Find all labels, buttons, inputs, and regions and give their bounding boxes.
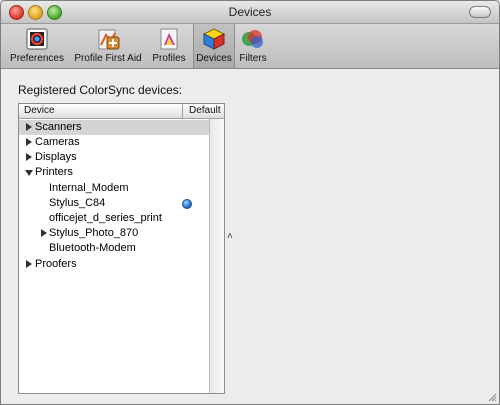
profiles-icon: [160, 28, 178, 50]
title-bar[interactable]: Devices: [1, 1, 499, 24]
disclosure-triangle-icon[interactable]: [26, 138, 32, 146]
window-title: Devices: [228, 5, 272, 19]
registered-devices-label: Registered ColorSync devices:: [18, 83, 183, 97]
device-group-scanners[interactable]: Scanners: [19, 120, 210, 135]
default-device-indicator-icon: [182, 199, 192, 209]
toolbar-profiles[interactable]: Profiles: [147, 24, 191, 68]
device-row-label: Cameras: [35, 136, 80, 148]
preferences-icon: [26, 28, 48, 50]
device-row-label: Stylus_C84: [49, 197, 106, 209]
devices-table[interactable]: Device Default Scanners Cameras Displays…: [18, 103, 225, 394]
toolbar: Preferences Profile First Aid Profiles D…: [1, 24, 499, 69]
device-row-label: Internal_Modem: [49, 182, 129, 194]
vertical-scrollbar[interactable]: [209, 119, 224, 393]
toolbar-label-filters: Filters: [239, 53, 267, 64]
device-group-displays[interactable]: Displays: [19, 150, 210, 165]
disclosure-triangle-icon[interactable]: [41, 229, 47, 237]
toolbar-label-preferences: Preferences: [10, 53, 64, 64]
split-view-handle-icon[interactable]: ˄: [227, 231, 233, 242]
device-group-printers[interactable]: Printers: [19, 165, 210, 180]
device-row-stylus-c84[interactable]: Stylus_C84: [19, 196, 210, 211]
devices-icon: [202, 28, 226, 50]
device-row-officejet[interactable]: officejet_d_series_print: [19, 211, 210, 226]
toolbar-label-devices: Devices: [196, 53, 232, 64]
toolbar-devices[interactable]: Devices: [193, 24, 235, 68]
device-group-cameras[interactable]: Cameras: [19, 135, 210, 150]
toolbar-preferences[interactable]: Preferences: [5, 24, 69, 68]
disclosure-triangle-icon[interactable]: [26, 153, 32, 161]
column-divider[interactable]: [182, 104, 183, 118]
device-row-label: Printers: [35, 166, 73, 178]
table-header: Device Default: [19, 104, 224, 119]
colorsync-window: Devices Preferences Profile First Aid Pr…: [0, 0, 500, 405]
device-row-label: Stylus_Photo_870: [49, 227, 139, 239]
disclosure-triangle-expanded-icon[interactable]: [25, 170, 33, 176]
toolbar-filters[interactable]: Filters: [235, 24, 271, 68]
toolbar-label-profile-first-aid: Profile First Aid: [74, 53, 142, 64]
device-row-internal-modem[interactable]: Internal_Modem: [19, 181, 210, 196]
device-row-label: Scanners: [35, 121, 82, 133]
device-row-label: Proofers: [35, 258, 77, 270]
profile-first-aid-icon: [98, 29, 120, 50]
disclosure-triangle-icon[interactable]: [26, 123, 32, 131]
device-group-proofers[interactable]: Proofers: [19, 257, 210, 272]
disclosure-triangle-icon[interactable]: [26, 260, 32, 268]
device-row-label: Displays: [35, 151, 77, 163]
toolbar-toggle-button[interactable]: [469, 6, 491, 18]
filters-icon: [242, 30, 263, 48]
toolbar-profile-first-aid[interactable]: Profile First Aid: [71, 24, 145, 68]
device-row-label: officejet_d_series_print: [49, 212, 162, 224]
device-row-bluetooth-modem[interactable]: Bluetooth-Modem: [19, 241, 210, 256]
device-row-label: Bluetooth-Modem: [49, 242, 136, 254]
toolbar-label-profiles: Profiles: [152, 53, 186, 64]
column-header-default[interactable]: Default: [189, 105, 221, 116]
column-header-device[interactable]: Device: [24, 105, 55, 116]
device-row-stylus-photo-870[interactable]: Stylus_Photo_870: [19, 226, 210, 241]
resize-grip-icon[interactable]: [487, 392, 497, 402]
